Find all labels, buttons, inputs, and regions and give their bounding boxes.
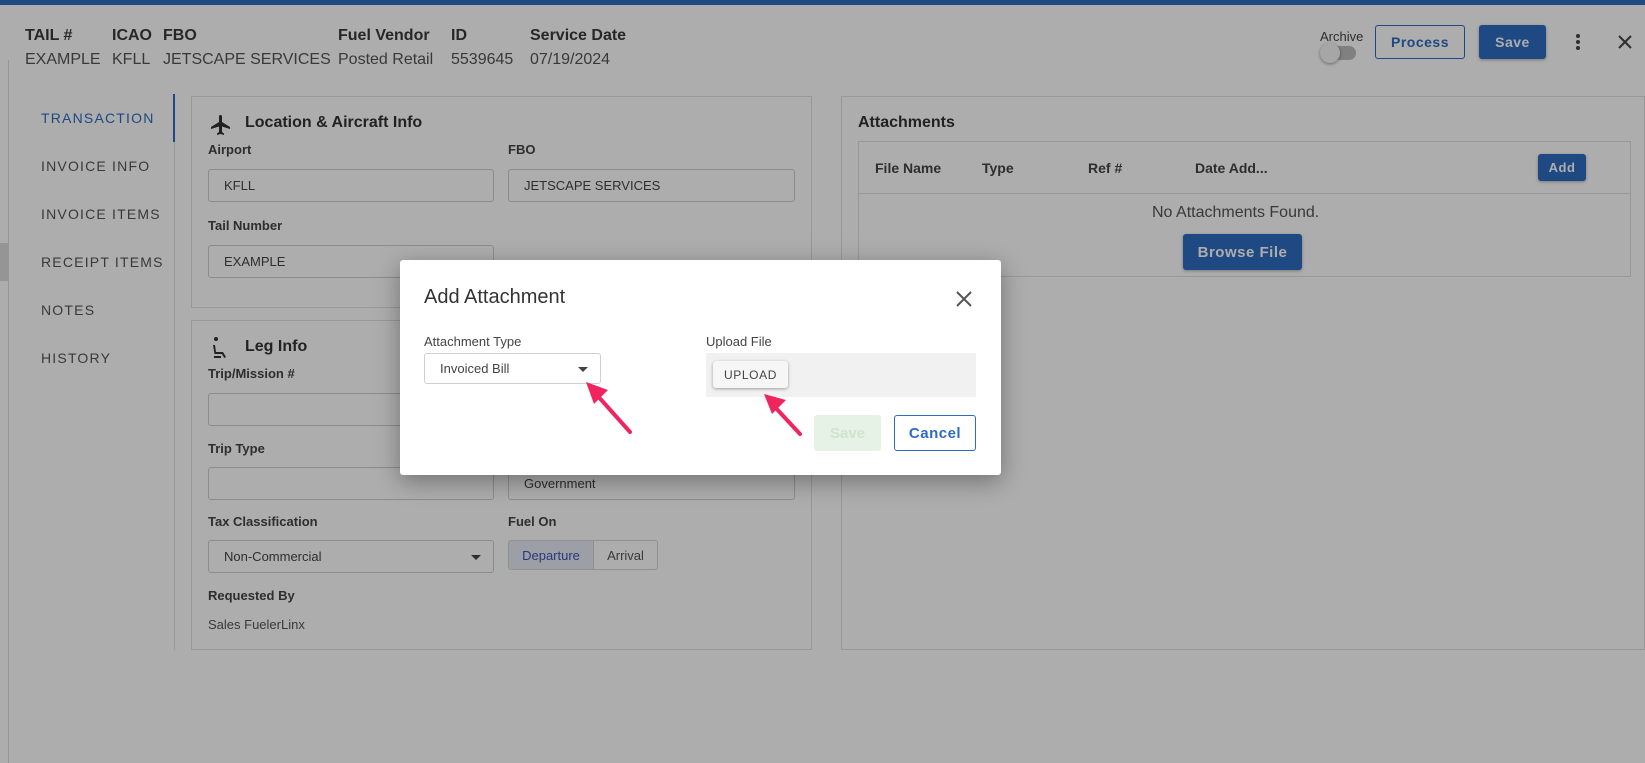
add-attachment-dialog: Add Attachment Attachment Type Invoiced … [400,260,1001,475]
attachment-type-select[interactable]: Invoiced Bill [424,353,601,384]
attachment-type-value: Invoiced Bill [440,361,510,376]
dialog-title: Add Attachment [424,286,566,308]
upload-button[interactable]: UPLOAD [713,361,788,388]
close-icon[interactable] [953,288,975,310]
upload-file-label: Upload File [706,334,772,349]
chevron-down-icon [578,367,588,372]
dialog-save-button[interactable]: Save [814,415,881,451]
attachment-type-label: Attachment Type [424,334,522,349]
annotation-arrow-icon [764,394,802,436]
upload-file-area[interactable]: UPLOAD [706,353,976,397]
annotation-arrow-icon [586,382,632,434]
dialog-cancel-button[interactable]: Cancel [894,415,976,451]
